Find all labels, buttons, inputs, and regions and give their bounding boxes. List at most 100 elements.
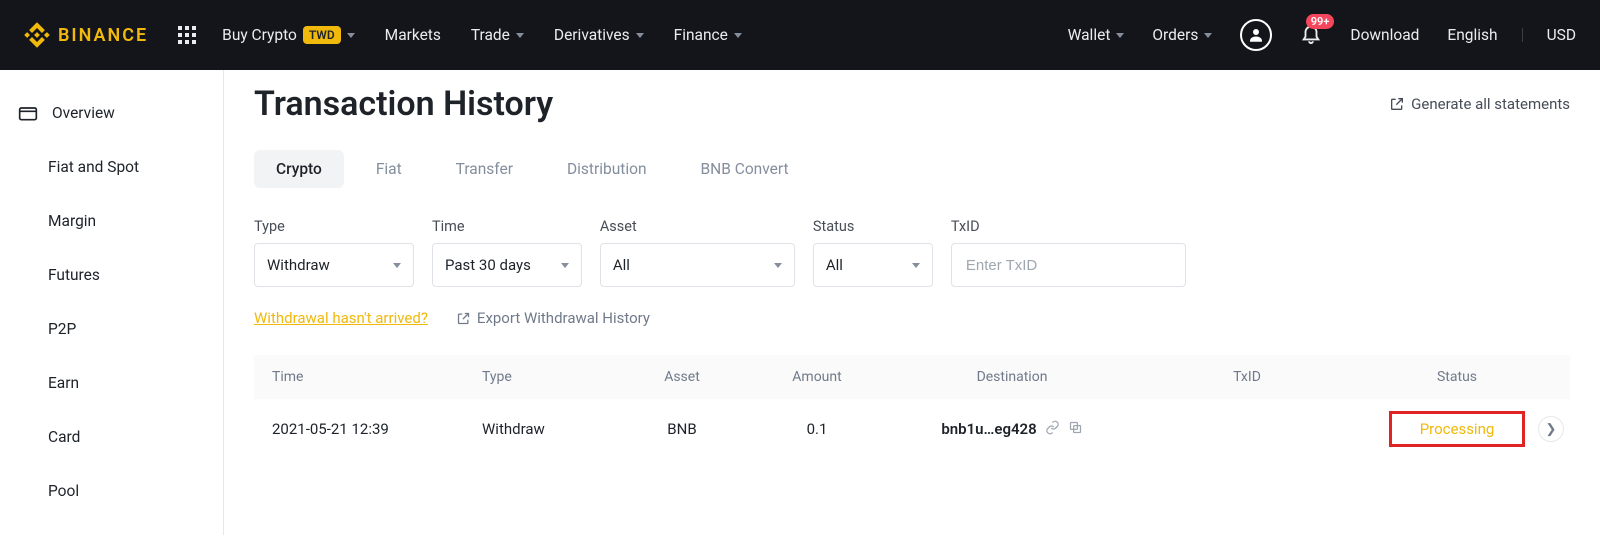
link-label: Export Withdrawal History	[477, 309, 650, 327]
main-content: Transaction History Generate all stateme…	[224, 70, 1600, 535]
col-header-txid: TxID	[1132, 369, 1362, 385]
filter-value: Past 30 days	[445, 256, 531, 274]
nav-label: Finance	[674, 26, 728, 44]
sidebar-item-margin[interactable]: Margin	[0, 194, 223, 248]
copy-icon[interactable]	[1068, 420, 1083, 439]
tabs: Crypto Fiat Transfer Distribution BNB Co…	[254, 150, 1570, 188]
table-row: 2021-05-21 12:39 Withdraw BNB 0.1 bnb1u……	[254, 399, 1570, 459]
status-badge: Processing	[1389, 411, 1526, 447]
chevron-down-icon	[774, 263, 782, 268]
col-header-time: Time	[272, 369, 482, 385]
filters-row: Type Withdraw Time Past 30 days Asset Al…	[254, 218, 1570, 287]
nav-currency[interactable]: USD	[1547, 26, 1576, 44]
filter-status-select[interactable]: All	[813, 243, 933, 287]
user-icon	[1247, 26, 1265, 44]
filter-label-status: Status	[813, 218, 933, 235]
tab-bnb-convert[interactable]: BNB Convert	[679, 150, 811, 188]
sidebar-item-label: Card	[48, 428, 80, 446]
sidebar-item-label: P2P	[48, 320, 76, 338]
nav-orders[interactable]: Orders	[1152, 26, 1212, 44]
nav-download[interactable]: Download	[1350, 26, 1419, 44]
nav-trade[interactable]: Trade	[471, 26, 524, 44]
col-header-destination: Destination	[892, 369, 1132, 385]
nav-label: Trade	[471, 26, 510, 44]
generate-statements-link[interactable]: Generate all statements	[1389, 95, 1570, 113]
cell-time: 2021-05-21 12:39	[272, 420, 482, 438]
apps-grid-icon[interactable]	[178, 26, 196, 44]
nav-language[interactable]: English	[1447, 26, 1497, 44]
destination-value: bnb1u…eg428	[941, 420, 1036, 438]
nav-derivatives[interactable]: Derivatives	[554, 26, 644, 44]
filter-value: Withdraw	[267, 256, 330, 274]
sidebar-item-pool[interactable]: Pool	[0, 464, 223, 518]
sidebar-item-p2p[interactable]: P2P	[0, 302, 223, 356]
brand-text: BINANCE	[58, 25, 148, 46]
sidebar: Overview Fiat and Spot Margin Futures P2…	[0, 70, 224, 535]
nav-label: USD	[1547, 26, 1576, 44]
col-header-asset: Asset	[622, 369, 742, 385]
nav-wallet[interactable]: Wallet	[1068, 26, 1125, 44]
brand-logo[interactable]: BINANCE	[24, 22, 148, 48]
transactions-table: Time Type Asset Amount Destination TxID …	[254, 355, 1570, 459]
nav-label: Derivatives	[554, 26, 630, 44]
nav-label: English	[1447, 26, 1497, 44]
tab-distribution[interactable]: Distribution	[545, 150, 669, 188]
col-header-type: Type	[482, 369, 622, 385]
top-nav: Buy Crypto TWD Markets Trade Derivatives…	[222, 26, 742, 44]
sidebar-item-label: Futures	[48, 266, 100, 284]
table-header: Time Type Asset Amount Destination TxID …	[254, 355, 1570, 399]
nav-buy-crypto[interactable]: Buy Crypto TWD	[222, 26, 354, 44]
sidebar-item-vanilla-options[interactable]: Vanilla Options	[0, 518, 223, 535]
external-link-icon	[456, 311, 471, 326]
filter-value: All	[826, 256, 843, 274]
binance-logo-icon	[24, 22, 50, 48]
sidebar-item-label: Margin	[48, 212, 96, 230]
filter-value: All	[613, 256, 630, 274]
sidebar-item-overview[interactable]: Overview	[0, 86, 223, 140]
nav-label: Orders	[1152, 26, 1198, 44]
filter-label-time: Time	[432, 218, 582, 235]
page-title: Transaction History	[254, 84, 553, 124]
tab-fiat[interactable]: Fiat	[354, 150, 424, 188]
chevron-down-icon	[1116, 33, 1124, 38]
nav-label: Buy Crypto	[222, 26, 297, 44]
col-header-amount: Amount	[742, 369, 892, 385]
filter-asset-select[interactable]: All	[600, 243, 795, 287]
txid-input[interactable]	[964, 256, 1173, 275]
sidebar-item-card[interactable]: Card	[0, 410, 223, 464]
nav-markets[interactable]: Markets	[385, 26, 441, 44]
filter-txid-input-wrap	[951, 243, 1186, 287]
sidebar-item-label: Earn	[48, 374, 79, 392]
nav-label: Wallet	[1068, 26, 1111, 44]
chevron-down-icon	[1204, 33, 1212, 38]
chevron-down-icon	[516, 33, 524, 38]
sidebar-item-futures[interactable]: Futures	[0, 248, 223, 302]
link-icon[interactable]	[1045, 420, 1060, 439]
filter-time-select[interactable]: Past 30 days	[432, 243, 582, 287]
actions-row: Withdrawal hasn't arrived? Export Withdr…	[254, 309, 1570, 327]
sidebar-item-fiat-spot[interactable]: Fiat and Spot	[0, 140, 223, 194]
export-history-link[interactable]: Export Withdrawal History	[456, 309, 650, 327]
sidebar-item-label: Overview	[52, 104, 115, 122]
nav-label: Markets	[385, 26, 441, 44]
account-avatar[interactable]	[1240, 19, 1272, 51]
notification-badge: 99+	[1306, 14, 1335, 29]
filter-type-select[interactable]: Withdraw	[254, 243, 414, 287]
sidebar-item-label: Fiat and Spot	[48, 158, 139, 176]
withdrawal-not-arrived-link[interactable]: Withdrawal hasn't arrived?	[254, 309, 428, 327]
filter-label-txid: TxID	[951, 218, 1186, 235]
cell-status: Processing	[1362, 411, 1552, 447]
tab-crypto[interactable]: Crypto	[254, 150, 344, 188]
wallet-icon	[18, 103, 38, 123]
filter-label-asset: Asset	[600, 218, 795, 235]
expand-row-button[interactable]: ❯	[1538, 416, 1564, 442]
nav-label: Download	[1350, 26, 1419, 44]
nav-finance[interactable]: Finance	[674, 26, 742, 44]
tab-transfer[interactable]: Transfer	[434, 150, 535, 188]
divider	[1522, 28, 1523, 42]
sidebar-item-earn[interactable]: Earn	[0, 356, 223, 410]
notifications-button[interactable]: 99+	[1300, 22, 1322, 48]
chevron-down-icon	[912, 263, 920, 268]
filter-label-type: Type	[254, 218, 414, 235]
chevron-down-icon	[347, 33, 355, 38]
